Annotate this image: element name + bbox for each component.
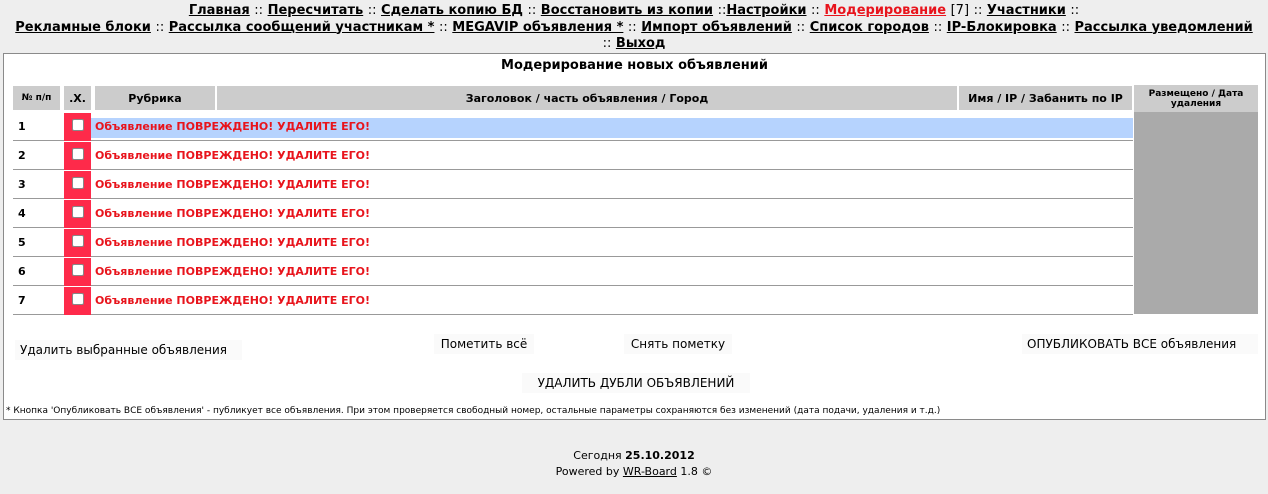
header-x: .X. (64, 86, 91, 110)
row-checkbox[interactable] (72, 177, 84, 189)
row-checkbox-cell (64, 171, 91, 199)
row-number: 2 (18, 149, 26, 162)
row-checkbox[interactable] (72, 148, 84, 160)
nav-separator: :: (1070, 3, 1080, 18)
nav-import[interactable]: Импорт объявлений (641, 20, 792, 35)
row-number: 3 (18, 178, 26, 191)
nav-notify[interactable]: Рассылка уведомлений (1075, 20, 1253, 35)
panel-title: Модерирование новых объявлений (501, 58, 768, 73)
row-title-cell: Объявление ПОВРЕЖДЕНО! УДАЛИТЕ ЕГО! (91, 234, 1133, 254)
nav-separator: :: (254, 3, 264, 18)
nav-separator: :: (627, 19, 637, 35)
delete-duplicates-button[interactable]: УДАЛИТЬ ДУБЛИ ОБЪЯВЛЕНИЙ (522, 373, 750, 393)
row-checkbox[interactable] (72, 264, 84, 276)
row-number: 6 (18, 265, 26, 278)
table-row: 1 Объявление ПОВРЕЖДЕНО! УДАЛИТЕ ЕГО! (13, 113, 1133, 141)
header-title: Заголовок / часть объявления / Город (217, 86, 957, 110)
table-row: 3 Объявление ПОВРЕЖДЕНО! УДАЛИТЕ ЕГО! (13, 171, 1133, 199)
moderation-panel: Модерирование новых объявлений № п/п .X.… (3, 53, 1266, 420)
nav-moderation[interactable]: Модерирование (824, 3, 946, 18)
header-num: № п/п (13, 86, 60, 110)
powered-by-label: Powered by (555, 465, 620, 478)
row-title-cell: Объявление ПОВРЕЖДЕНО! УДАЛИТЕ ЕГО! (91, 147, 1133, 167)
nav-line-2: Рекламные блоки :: Рассылка сообщений уч… (0, 20, 1268, 37)
moderation-count: [7] (950, 3, 970, 18)
nav-separator: :: (973, 3, 983, 18)
today-date: 25.10.2012 (625, 449, 695, 462)
row-checkbox-cell (64, 287, 91, 315)
row-checkbox[interactable] (72, 235, 84, 247)
brand-link[interactable]: WR-Board (623, 465, 677, 478)
row-warning-text: Объявление ПОВРЕЖДЕНО! УДАЛИТЕ ЕГО! (95, 265, 371, 278)
row-checkbox-cell (64, 142, 91, 170)
today-label: Сегодня (573, 449, 622, 462)
nav-members[interactable]: Участники (987, 3, 1066, 18)
row-number: 5 (18, 236, 26, 249)
row-warning-text: Объявление ПОВРЕЖДЕНО! УДАЛИТЕ ЕГО! (95, 207, 371, 220)
nav-cities[interactable]: Список городов (810, 20, 929, 35)
nav-separator: :: (811, 3, 820, 18)
row-number: 7 (18, 294, 26, 307)
nav-separator: :: (155, 19, 165, 35)
row-title-cell: Объявление ПОВРЕЖДЕНО! УДАЛИТЕ ЕГО! (91, 263, 1133, 283)
mark-all-button[interactable]: Пометить всё (434, 334, 534, 354)
table-row: 2 Объявление ПОВРЕЖДЕНО! УДАЛИТЕ ЕГО! (13, 142, 1133, 170)
nav-restore[interactable]: Восстановить из копии (541, 3, 713, 18)
nav-separator: :: (796, 19, 806, 35)
row-warning-text: Объявление ПОВРЕЖДЕНО! УДАЛИТЕ ЕГО! (95, 294, 371, 307)
nav-megavip[interactable]: MEGAVIP объявления * (452, 20, 623, 35)
nav-separator: :: (527, 3, 537, 18)
nav-separator: :: (439, 19, 448, 35)
table-row: 6 Объявление ПОВРЕЖДЕНО! УДАЛИТЕ ЕГО! (13, 258, 1133, 286)
row-number: 4 (18, 207, 26, 220)
date-column (1134, 112, 1258, 314)
row-checkbox[interactable] (72, 119, 84, 131)
nav-separator: :: (933, 19, 943, 35)
row-checkbox-cell (64, 258, 91, 286)
row-warning-text: Объявление ПОВРЕЖДЕНО! УДАЛИТЕ ЕГО! (95, 149, 371, 162)
nav-backup[interactable]: Сделать копию БД (381, 3, 523, 18)
nav-separator: :: (367, 3, 377, 18)
row-checkbox-cell (64, 229, 91, 257)
row-title-cell: Объявление ПОВРЕЖДЕНО! УДАЛИТЕ ЕГО! (91, 118, 1133, 138)
delete-selected-button[interactable]: Удалить выбранные объявления (15, 340, 242, 360)
nav-separator: :: (602, 36, 612, 51)
nav-line-3: :: Выход (0, 36, 1268, 53)
row-warning-text: Объявление ПОВРЕЖДЕНО! УДАЛИТЕ ЕГО! (95, 236, 371, 249)
version-label: 1.8 © (680, 465, 713, 478)
row-title-cell: Объявление ПОВРЕЖДЕНО! УДАЛИТЕ ЕГО! (91, 176, 1133, 196)
row-checkbox[interactable] (72, 206, 84, 218)
nav-mailing[interactable]: Рассылка сообщений участникам * (169, 20, 435, 35)
top-navigation: Главная :: Пересчитать :: Сделать копию … (0, 3, 1268, 53)
header-date: Размещено / Дата удаления (1134, 85, 1258, 112)
nav-ipblock[interactable]: IP-Блокировка (947, 20, 1057, 35)
header-name-ip: Имя / IP / Забанить по IP (959, 86, 1132, 110)
nav-recalc[interactable]: Пересчитать (268, 3, 364, 18)
footnote: * Кнопка 'Опубликовать ВСЕ объявления' -… (6, 406, 941, 416)
row-number: 1 (18, 120, 26, 133)
row-checkbox-cell (64, 113, 91, 141)
table-row: 7 Объявление ПОВРЕЖДЕНО! УДАЛИТЕ ЕГО! (13, 287, 1133, 315)
row-warning-text: Объявление ПОВРЕЖДЕНО! УДАЛИТЕ ЕГО! (95, 178, 371, 191)
footer: Сегодня 25.10.2012 Powered by WR-Board 1… (0, 448, 1268, 480)
nav-line-1: Главная :: Пересчитать :: Сделать копию … (0, 3, 1268, 20)
row-checkbox-cell (64, 200, 91, 228)
row-warning-text: Объявление ПОВРЕЖДЕНО! УДАЛИТЕ ЕГО! (95, 120, 371, 133)
footer-powered-line: Powered by WR-Board 1.8 © (0, 464, 1268, 480)
nav-separator: :: (717, 3, 727, 18)
table-row: 5 Объявление ПОВРЕЖДЕНО! УДАЛИТЕ ЕГО! (13, 229, 1133, 257)
nav-main[interactable]: Главная (189, 3, 250, 18)
nav-settings[interactable]: Настройки (726, 3, 806, 18)
table-row: 4 Объявление ПОВРЕЖДЕНО! УДАЛИТЕ ЕГО! (13, 200, 1133, 228)
row-title-cell: Объявление ПОВРЕЖДЕНО! УДАЛИТЕ ЕГО! (91, 292, 1133, 312)
row-checkbox[interactable] (72, 293, 84, 305)
header-rubric: Рубрика (95, 86, 215, 110)
publish-all-button[interactable]: ОПУБЛИКОВАТЬ ВСЕ объявления (1022, 334, 1258, 354)
unmark-button[interactable]: Снять пометку (624, 334, 732, 354)
nav-separator: :: (1061, 19, 1070, 35)
nav-ad-blocks[interactable]: Рекламные блоки (15, 20, 151, 35)
row-title-cell: Объявление ПОВРЕЖДЕНО! УДАЛИТЕ ЕГО! (91, 205, 1133, 225)
nav-exit[interactable]: Выход (616, 36, 665, 51)
footer-date-line: Сегодня 25.10.2012 (0, 448, 1268, 464)
